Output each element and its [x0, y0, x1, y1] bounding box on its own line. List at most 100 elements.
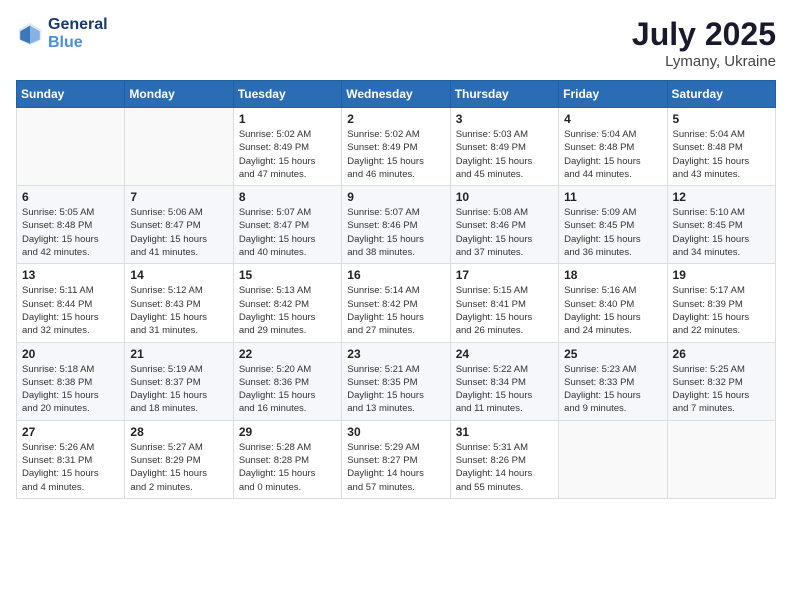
calendar-cell: 20Sunrise: 5:18 AM Sunset: 8:38 PM Dayli…: [17, 342, 125, 420]
day-info: Sunrise: 5:20 AM Sunset: 8:36 PM Dayligh…: [239, 363, 336, 416]
day-info: Sunrise: 5:02 AM Sunset: 8:49 PM Dayligh…: [239, 128, 336, 181]
calendar-cell: 23 Sunrise: 5:21 AM Sunset: 8:35 PM Dayli…: [342, 342, 450, 420]
day-number: 1: [239, 112, 336, 126]
day-number: 4: [564, 112, 661, 126]
day-number: 22: [239, 347, 336, 361]
calendar-cell: 15 Sunrise: 5:13 AM Sunset: 8:42 PM Dayli…: [233, 264, 341, 342]
day-number: 21: [130, 347, 227, 361]
day-info: Sunrise: 5:09 AM Sunset: 8:45 PM Dayligh…: [564, 206, 661, 259]
day-info: Sunrise: 5:08 AM Sunset: 8:46 PM Dayligh…: [456, 206, 553, 259]
calendar-cell: 22 Sunrise: 5:20 AM Sunset: 8:36 PM Dayli…: [233, 342, 341, 420]
calendar-week-row: 20Sunrise: 5:18 AM Sunset: 8:38 PM Dayli…: [17, 342, 776, 420]
day-info: Sunrise: 5:18 AM Sunset: 8:38 PM Dayligh…: [22, 363, 119, 416]
day-number: 15: [239, 268, 336, 282]
day-info: Sunrise: 5:10 AM Sunset: 8:45 PM Dayligh…: [673, 206, 770, 259]
calendar-cell: 19 Sunrise: 5:17 AM Sunset: 8:39 PM Dayli…: [667, 264, 775, 342]
day-number: 19: [673, 268, 770, 282]
calendar-week-row: 1 Sunrise: 5:02 AM Sunset: 8:49 PM Daylig…: [17, 108, 776, 186]
day-number: 23: [347, 347, 444, 361]
calendar-cell: 5 Sunrise: 5:04 AM Sunset: 8:48 PM Daylig…: [667, 108, 775, 186]
day-number: 24: [456, 347, 553, 361]
calendar-cell: 26 Sunrise: 5:25 AM Sunset: 8:32 PM Dayli…: [667, 342, 775, 420]
day-number: 30: [347, 425, 444, 439]
day-number: 16: [347, 268, 444, 282]
calendar-cell: 21 Sunrise: 5:19 AM Sunset: 8:37 PM Dayli…: [125, 342, 233, 420]
calendar-cell: [667, 420, 775, 498]
day-info: Sunrise: 5:26 AM Sunset: 8:31 PM Dayligh…: [22, 441, 119, 494]
calendar-cell: 24Sunrise: 5:22 AM Sunset: 8:34 PM Dayli…: [450, 342, 558, 420]
calendar-week-row: 13 Sunrise: 5:11 AM Sunset: 8:44 PM Dayli…: [17, 264, 776, 342]
day-info: Sunrise: 5:25 AM Sunset: 8:32 PM Dayligh…: [673, 363, 770, 416]
day-info: Sunrise: 5:17 AM Sunset: 8:39 PM Dayligh…: [673, 284, 770, 337]
page-header: General Blue July 2025 Lymany, Ukraine: [16, 16, 776, 70]
day-info: Sunrise: 5:16 AM Sunset: 8:40 PM Dayligh…: [564, 284, 661, 337]
day-info: Sunrise: 5:28 AM Sunset: 8:28 PM Dayligh…: [239, 441, 336, 494]
day-info: Sunrise: 5:29 AM Sunset: 8:27 PM Dayligh…: [347, 441, 444, 494]
day-number: 5: [673, 112, 770, 126]
day-number: 3: [456, 112, 553, 126]
calendar-cell: 7 Sunrise: 5:06 AM Sunset: 8:47 PM Daylig…: [125, 186, 233, 264]
day-info: Sunrise: 5:15 AM Sunset: 8:41 PM Dayligh…: [456, 284, 553, 337]
day-number: 14: [130, 268, 227, 282]
day-number: 31: [456, 425, 553, 439]
weekday-header-row: SundayMondayTuesdayWednesdayThursdayFrid…: [17, 81, 776, 108]
day-number: 17: [456, 268, 553, 282]
day-info: Sunrise: 5:07 AM Sunset: 8:46 PM Dayligh…: [347, 206, 444, 259]
calendar-cell: 9 Sunrise: 5:07 AM Sunset: 8:46 PM Daylig…: [342, 186, 450, 264]
weekday-header: Sunday: [17, 81, 125, 108]
day-info: Sunrise: 5:07 AM Sunset: 8:47 PM Dayligh…: [239, 206, 336, 259]
day-info: Sunrise: 5:04 AM Sunset: 8:48 PM Dayligh…: [673, 128, 770, 181]
logo-text: General Blue: [48, 16, 108, 51]
day-number: 28: [130, 425, 227, 439]
calendar-cell: 28 Sunrise: 5:27 AM Sunset: 8:29 PM Dayli…: [125, 420, 233, 498]
calendar-cell: 12Sunrise: 5:10 AM Sunset: 8:45 PM Dayli…: [667, 186, 775, 264]
day-info: Sunrise: 5:12 AM Sunset: 8:43 PM Dayligh…: [130, 284, 227, 337]
calendar-cell: 31Sunrise: 5:31 AM Sunset: 8:26 PM Dayli…: [450, 420, 558, 498]
calendar-cell: 25Sunrise: 5:23 AM Sunset: 8:33 PM Dayli…: [559, 342, 667, 420]
calendar-week-row: 27Sunrise: 5:26 AM Sunset: 8:31 PM Dayli…: [17, 420, 776, 498]
day-number: 18: [564, 268, 661, 282]
calendar-cell: 10 Sunrise: 5:08 AM Sunset: 8:46 PM Dayli…: [450, 186, 558, 264]
day-number: 13: [22, 268, 119, 282]
logo-icon: [16, 20, 44, 48]
calendar-cell: 18 Sunrise: 5:16 AM Sunset: 8:40 PM Dayli…: [559, 264, 667, 342]
calendar-cell: [559, 420, 667, 498]
calendar-cell: 29Sunrise: 5:28 AM Sunset: 8:28 PM Dayli…: [233, 420, 341, 498]
day-number: 8: [239, 190, 336, 204]
calendar-cell: 13 Sunrise: 5:11 AM Sunset: 8:44 PM Dayli…: [17, 264, 125, 342]
weekday-header: Saturday: [667, 81, 775, 108]
calendar-cell: 16Sunrise: 5:14 AM Sunset: 8:42 PM Dayli…: [342, 264, 450, 342]
calendar-cell: 11 Sunrise: 5:09 AM Sunset: 8:45 PM Dayli…: [559, 186, 667, 264]
calendar-cell: 8 Sunrise: 5:07 AM Sunset: 8:47 PM Daylig…: [233, 186, 341, 264]
calendar-cell: 17 Sunrise: 5:15 AM Sunset: 8:41 PM Dayli…: [450, 264, 558, 342]
day-number: 10: [456, 190, 553, 204]
calendar-cell: 14 Sunrise: 5:12 AM Sunset: 8:43 PM Dayli…: [125, 264, 233, 342]
calendar-week-row: 6 Sunrise: 5:05 AM Sunset: 8:48 PM Daylig…: [17, 186, 776, 264]
day-number: 6: [22, 190, 119, 204]
month-year: July 2025: [632, 16, 776, 53]
day-info: Sunrise: 5:21 AM Sunset: 8:35 PM Dayligh…: [347, 363, 444, 416]
calendar-cell: 6 Sunrise: 5:05 AM Sunset: 8:48 PM Daylig…: [17, 186, 125, 264]
day-info: Sunrise: 5:11 AM Sunset: 8:44 PM Dayligh…: [22, 284, 119, 337]
day-info: Sunrise: 5:27 AM Sunset: 8:29 PM Dayligh…: [130, 441, 227, 494]
day-info: Sunrise: 5:04 AM Sunset: 8:48 PM Dayligh…: [564, 128, 661, 181]
day-info: Sunrise: 5:05 AM Sunset: 8:48 PM Dayligh…: [22, 206, 119, 259]
day-number: 9: [347, 190, 444, 204]
day-info: Sunrise: 5:13 AM Sunset: 8:42 PM Dayligh…: [239, 284, 336, 337]
day-info: Sunrise: 5:02 AM Sunset: 8:49 PM Dayligh…: [347, 128, 444, 181]
calendar-cell: [17, 108, 125, 186]
day-info: Sunrise: 5:19 AM Sunset: 8:37 PM Dayligh…: [130, 363, 227, 416]
title-block: July 2025 Lymany, Ukraine: [632, 16, 776, 70]
weekday-header: Tuesday: [233, 81, 341, 108]
logo: General Blue: [16, 16, 108, 51]
day-number: 26: [673, 347, 770, 361]
weekday-header: Friday: [559, 81, 667, 108]
calendar-cell: 27Sunrise: 5:26 AM Sunset: 8:31 PM Dayli…: [17, 420, 125, 498]
day-number: 11: [564, 190, 661, 204]
calendar-cell: 3Sunrise: 5:03 AM Sunset: 8:49 PM Daylig…: [450, 108, 558, 186]
calendar-cell: 1 Sunrise: 5:02 AM Sunset: 8:49 PM Daylig…: [233, 108, 341, 186]
weekday-header: Wednesday: [342, 81, 450, 108]
day-info: Sunrise: 5:23 AM Sunset: 8:33 PM Dayligh…: [564, 363, 661, 416]
day-number: 7: [130, 190, 227, 204]
day-info: Sunrise: 5:06 AM Sunset: 8:47 PM Dayligh…: [130, 206, 227, 259]
